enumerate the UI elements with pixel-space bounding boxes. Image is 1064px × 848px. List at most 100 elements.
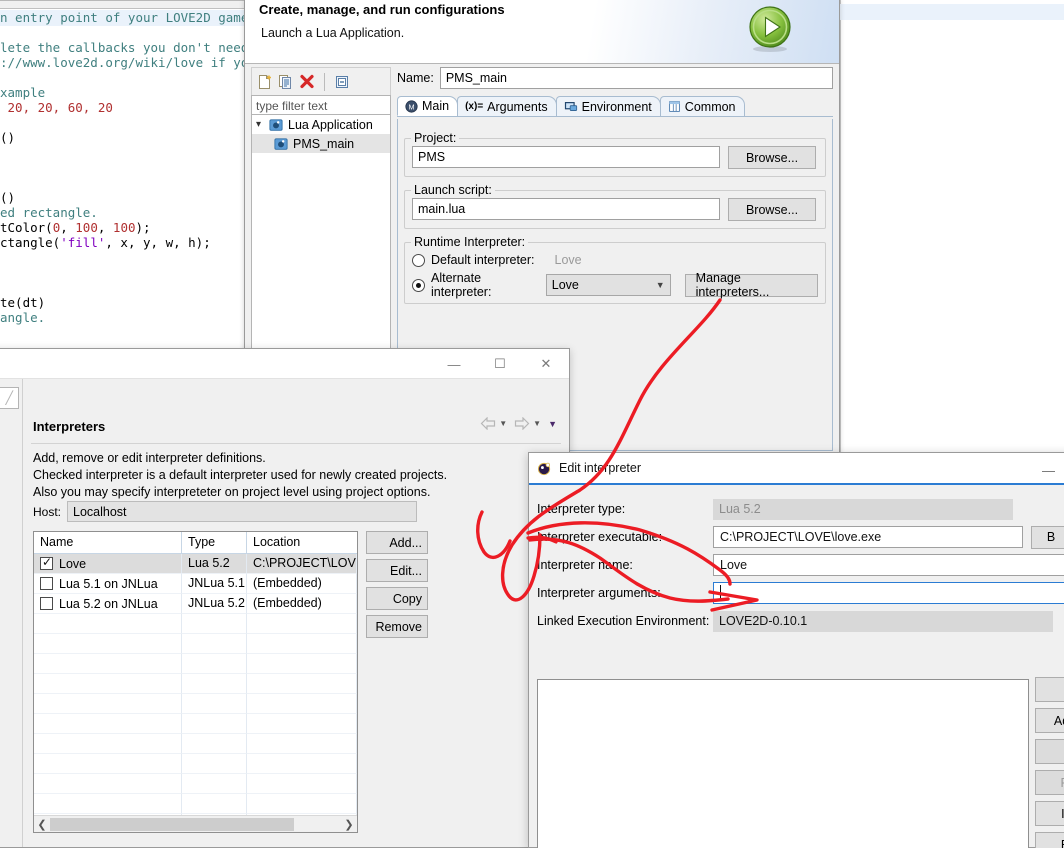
table-row-empty xyxy=(34,654,357,674)
interpreter-name-input[interactable]: Love xyxy=(713,554,1064,576)
side-button-2 xyxy=(1035,739,1064,764)
cell-empty xyxy=(247,734,357,754)
clear-filter-icon[interactable]: ╱ xyxy=(5,390,13,407)
table-row-empty xyxy=(34,794,357,814)
chevron-down-icon[interactable]: ▾ xyxy=(256,119,269,130)
side-button-import[interactable]: Ir xyxy=(1035,801,1064,826)
cell-name-label: Love xyxy=(59,556,87,571)
launch-script-browse-button[interactable]: Browse... xyxy=(728,198,816,221)
interpreter-executable-browse-button[interactable]: B xyxy=(1031,525,1064,549)
preferences-title-bar[interactable]: erences (Filtered) — ☐ ✕ xyxy=(0,349,569,379)
back-arrow-icon[interactable] xyxy=(480,417,496,430)
code-token: xample xyxy=(0,85,46,100)
table-row[interactable]: Love Lua 5.2C:\PROJECT\LOVE\l xyxy=(34,554,357,574)
interpreter-executable-input[interactable]: C:\PROJECT\LOVE\love.exe xyxy=(713,526,1023,548)
code-token: ctangle( xyxy=(0,235,61,250)
interpreter-arguments-input[interactable] xyxy=(713,582,1064,604)
minimize-button[interactable]: — xyxy=(431,349,477,379)
code-token: ed rectangle. xyxy=(0,205,98,220)
close-button[interactable]: ✕ xyxy=(523,349,569,379)
page-subtitle: Launch a Lua Application. xyxy=(261,26,405,40)
cell-empty xyxy=(247,794,357,814)
host-value[interactable]: Localhost xyxy=(67,501,418,522)
column-header-name[interactable]: Name xyxy=(34,532,182,553)
copy-interpreter-button[interactable]: Copy xyxy=(366,587,428,610)
scroll-right-icon[interactable]: ❯ xyxy=(341,818,357,831)
alternate-interpreter-label: Alternate interpreter: xyxy=(431,271,492,299)
table-row[interactable]: Lua 5.2 on JNLua JNLua 5.2 (Embedded) xyxy=(34,594,357,614)
code-token: , x, y, w, h); xyxy=(105,235,211,250)
forward-dropdown-icon[interactable]: ▼ xyxy=(533,419,541,428)
code-line: 20, 20, 60, 20 xyxy=(0,100,245,115)
tab-arguments[interactable]: (x)= Arguments xyxy=(457,96,557,116)
cell-empty xyxy=(247,714,357,734)
tab-common[interactable]: Common xyxy=(659,96,745,116)
interpreters-table[interactable]: Name Type Location Love Lua 5.2C:\PROJECT… xyxy=(33,531,358,833)
scroll-thumb[interactable] xyxy=(50,817,294,831)
code-token: 100 xyxy=(75,220,98,235)
tab-label: Common xyxy=(684,99,736,114)
name-input[interactable]: PMS_main xyxy=(439,67,833,89)
manage-interpreters-button[interactable]: Manage interpreters... xyxy=(684,271,818,299)
back-dropdown-icon[interactable]: ▼ xyxy=(499,419,507,428)
new-configuration-icon[interactable] xyxy=(257,74,273,90)
side-button-0[interactable] xyxy=(1035,677,1064,702)
alternate-interpreter-radio[interactable] xyxy=(412,278,425,292)
edit-interpreter-title-bar[interactable]: Edit interpreter — xyxy=(529,453,1064,485)
edit-interpreter-dialog: Edit interpreter — Interpreter type: Lua… xyxy=(528,452,1064,848)
code-token: n entry point of your LOVE2D game. xyxy=(0,10,245,25)
configurations-filter-input[interactable]: type filter text xyxy=(251,95,391,115)
column-header-location[interactable]: Location xyxy=(247,532,357,553)
interpreters-horizontal-scrollbar[interactable]: ❮ ❯ xyxy=(34,815,357,832)
edit-interpreter-button[interactable]: Edit... xyxy=(366,559,428,582)
right-editor-pane xyxy=(840,0,1064,468)
edit-interpreter-window-title: Edit interpreter xyxy=(559,461,641,475)
configurations-toolbar xyxy=(251,67,391,95)
column-header-type[interactable]: Type xyxy=(182,532,247,553)
preferences-filter-input[interactable]: er text ╱ xyxy=(0,387,19,409)
collapse-all-icon[interactable] xyxy=(334,74,350,90)
side-button-export[interactable]: E xyxy=(1035,832,1064,848)
editor-code-lines: n entry point of your LOVE2D game. lete … xyxy=(0,10,245,325)
project-group: Project: PMS Browse... xyxy=(404,131,826,177)
minimize-button[interactable]: — xyxy=(1042,463,1055,478)
cell-empty xyxy=(34,774,182,794)
scroll-left-icon[interactable]: ❮ xyxy=(34,818,50,831)
interpreter-type-row: Interpreter type: Lua 5.2 xyxy=(537,495,1064,523)
code-line: te(dt) xyxy=(0,295,245,310)
interpreter-executable-row: Interpreter executable: C:\PROJECT\LOVE\… xyxy=(537,523,1064,551)
launch-script-input[interactable]: main.lua xyxy=(412,198,720,220)
project-browse-button[interactable]: Browse... xyxy=(728,146,816,169)
forward-arrow-icon[interactable] xyxy=(514,417,530,430)
duplicate-configuration-icon[interactable] xyxy=(278,74,294,90)
menu-dropdown-icon[interactable]: ▼ xyxy=(548,419,557,429)
tab-main[interactable]: M Main xyxy=(397,96,459,116)
interpreter-list-box[interactable] xyxy=(537,679,1029,848)
checkbox-icon[interactable] xyxy=(40,597,53,610)
interpreter-arguments-row: Interpreter arguments: xyxy=(537,579,1064,607)
tab-environment[interactable]: Environment xyxy=(555,96,661,116)
default-interpreter-radio[interactable] xyxy=(412,253,425,267)
delete-configuration-icon[interactable] xyxy=(299,74,315,90)
default-interpreter-row[interactable]: Default interpreter: Love xyxy=(412,249,818,271)
alternate-interpreter-combo[interactable]: Love ▼ xyxy=(545,274,671,296)
tree-item-pms-main[interactable]: PMS_main xyxy=(252,134,390,153)
side-button-add[interactable]: Add xyxy=(1035,708,1064,733)
add-interpreter-button[interactable]: Add... xyxy=(366,531,428,554)
checkbox-icon[interactable] xyxy=(40,577,53,590)
default-interpreter-value: Love xyxy=(554,253,582,267)
checkbox-checked-icon[interactable] xyxy=(40,555,53,570)
tree-item-lua-application[interactable]: ▾ Lua Application xyxy=(252,115,390,134)
main-tab-icon: M xyxy=(405,99,418,113)
table-row[interactable]: Lua 5.1 on JNLua JNLua 5.1 (Embedded) xyxy=(34,574,357,594)
cell-empty xyxy=(247,654,357,674)
svg-text:M: M xyxy=(408,102,414,111)
linked-execution-environment-value: LOVE2D-0.10.1 xyxy=(713,610,1053,632)
alternate-interpreter-row[interactable]: Alternate interpreter: Love ▼ Manage int… xyxy=(412,271,818,299)
table-row-empty xyxy=(34,714,357,734)
maximize-button[interactable]: ☐ xyxy=(477,349,523,379)
project-input[interactable]: PMS xyxy=(412,146,720,168)
remove-interpreter-button[interactable]: Remove xyxy=(366,615,428,638)
